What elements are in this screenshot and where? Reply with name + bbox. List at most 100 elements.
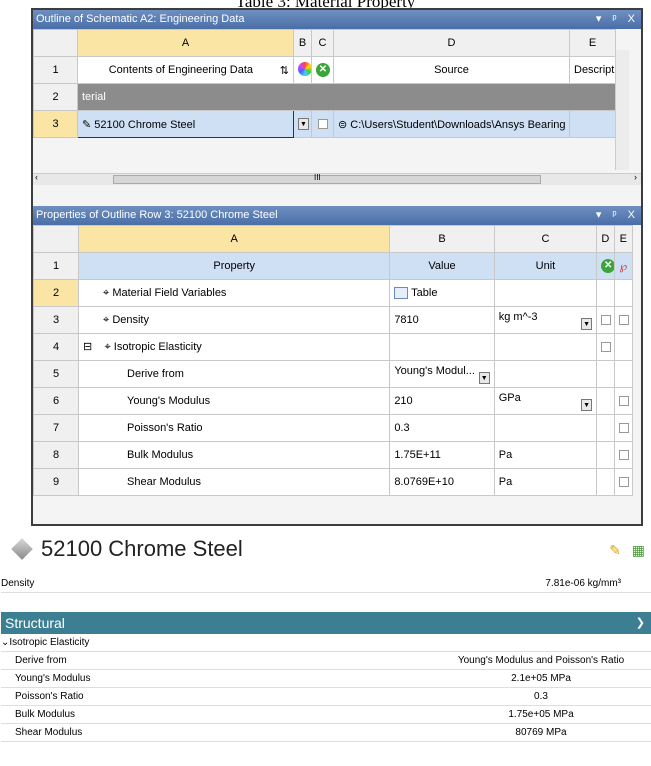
property-value[interactable]: Young's Modul... ▼ — [389, 360, 495, 388]
dropdown-arrow-icon[interactable]: ▼ — [581, 317, 593, 330]
outline-col-a[interactable]: A — [77, 29, 294, 57]
dropdown-arrow-icon[interactable]: ▼ — [581, 398, 593, 411]
properties-col-c[interactable]: C — [493, 225, 598, 253]
outline-horizontal-scrollbar[interactable]: ‹ III › — [33, 172, 641, 185]
scroll-thumb[interactable]: III — [113, 173, 541, 184]
chevron-down-icon[interactable]: ❯ — [636, 612, 645, 634]
engineering-data-panel: Outline of Schematic A2: Engineering Dat… — [31, 8, 643, 526]
collapse-icon[interactable]: ⊟ — [83, 341, 92, 353]
checkbox[interactable] — [601, 315, 612, 326]
subsection-row[interactable]: ⌄Isotropic Elasticity — [1, 634, 651, 652]
property-unit[interactable]: GPa ▼ — [493, 387, 598, 415]
outline-title: Outline of Schematic A2: Engineering Dat… — [36, 13, 245, 25]
table-row[interactable]: 9 Shear Modulus 8.0769E+10 Pa — [32, 468, 634, 496]
checkbox-cell[interactable] — [311, 110, 334, 138]
material-group-row[interactable]: terial — [77, 83, 616, 111]
property-name[interactable]: ⌖ Material Field Variables — [78, 279, 391, 307]
cell[interactable] — [613, 468, 634, 496]
cell[interactable] — [613, 414, 634, 442]
unit-header: Unit — [493, 252, 598, 280]
material-cube-icon — [11, 538, 33, 560]
density-label: Density — [1, 578, 35, 589]
outline-corner-cell — [33, 29, 78, 57]
properties-col-a[interactable]: A — [78, 225, 391, 253]
cell[interactable] — [613, 306, 634, 334]
table-row[interactable]: 8 Bulk Modulus 1.75E+11 Pa — [32, 441, 634, 469]
outline-col-d[interactable]: D — [333, 29, 570, 57]
close-icon[interactable]: X — [628, 13, 635, 25]
edit-pencil-icon[interactable]: ✎ — [609, 542, 621, 559]
property-unit[interactable]: kg m^-3 ▼ — [493, 306, 598, 334]
pin-icon[interactable]: ᵖ — [612, 13, 616, 25]
property-unit: Pa — [493, 441, 598, 469]
outline-vertical-scrollbar[interactable] — [615, 50, 629, 170]
color-wheel-icon — [298, 61, 311, 76]
cell[interactable] — [596, 333, 615, 361]
properties-col-d[interactable]: D — [596, 225, 615, 253]
property-value[interactable]: 0.3 — [389, 414, 495, 442]
table-row[interactable]: 3 ✎ 52100 Chrome Steel ▼ ⊜ C:\Users\Stud… — [33, 110, 616, 138]
scroll-left-icon[interactable]: ‹ — [35, 172, 38, 182]
material-name-cell[interactable]: ✎ 52100 Chrome Steel — [77, 110, 294, 138]
table-grid-icon[interactable]: ▦ — [632, 542, 645, 559]
property-value[interactable]: 7810 — [389, 306, 495, 334]
dropdown-arrow-icon[interactable]: ▼ — [298, 118, 309, 131]
checkbox[interactable] — [601, 342, 612, 353]
dropdown-icon[interactable]: ▾ — [596, 13, 602, 25]
cell[interactable] — [613, 387, 634, 415]
dropdown-icon[interactable]: ▾ — [596, 209, 602, 221]
property-value[interactable]: Table — [389, 279, 495, 307]
subsection-label[interactable]: ⌄Isotropic Elasticity — [1, 634, 89, 652]
dropdown-arrow-icon[interactable]: ▼ — [478, 371, 490, 384]
outline-table: A B C D E 1 Contents of Engineering Data… — [33, 29, 616, 138]
row-number: 7 — [32, 414, 80, 442]
properties-col-b[interactable]: B — [389, 225, 495, 253]
close-icon[interactable]: X — [628, 209, 635, 221]
checkbox[interactable] — [618, 423, 629, 434]
property-value[interactable]: 210 — [389, 387, 495, 415]
density-value: 7.81e-06 kg/mm³ — [545, 578, 621, 589]
cell[interactable] — [613, 441, 634, 469]
table-row[interactable]: 3 ⌖ Density 7810 kg m^-3 ▼ — [32, 306, 634, 334]
row-number: 1 — [33, 56, 78, 84]
sort-icon[interactable]: ⇅ — [280, 64, 289, 77]
table-row: 1 Contents of Engineering Data ⇅ ✕ Sourc… — [33, 56, 616, 84]
table-row[interactable]: 6 Young's Modulus 210 GPa ▼ — [32, 387, 634, 415]
table-row: 2 terial — [33, 83, 616, 111]
table-row[interactable]: 4 ⊟ ⌖ Isotropic Elasticity — [32, 333, 634, 361]
table-row[interactable]: 7 Poisson's Ratio 0.3 — [32, 414, 634, 442]
checkbox[interactable] — [618, 315, 629, 326]
property-name[interactable]: ⊟ ⌖ Isotropic Elasticity — [78, 333, 391, 361]
property-value: 8.0769E+10 — [389, 468, 495, 496]
properties-col-e[interactable]: E — [613, 225, 634, 253]
checkbox[interactable] — [618, 396, 629, 407]
scroll-right-icon[interactable]: › — [634, 172, 637, 182]
card-title: 52100 Chrome Steel — [11, 536, 243, 562]
section-structural[interactable]: Structural ❯ — [1, 612, 651, 634]
list-item: Derive from Young's Modulus and Poisson'… — [1, 652, 651, 670]
table-row[interactable]: 2 ⌖ Material Field Variables Table — [32, 279, 634, 307]
properties-title-bar: Properties of Outline Row 3: 52100 Chrom… — [33, 206, 641, 225]
cell — [596, 387, 615, 415]
properties-table: A B C D E 1 Property Value Unit ✕ ℘ 2 ⌖ … — [32, 225, 634, 496]
density-row: Density 7.81e-06 kg/mm³ — [1, 575, 651, 593]
cell[interactable] — [596, 306, 615, 334]
property-unit — [493, 279, 598, 307]
dropdown-cell[interactable]: ▼ — [293, 110, 312, 138]
row-number: 1 — [32, 252, 80, 280]
checkbox[interactable] — [618, 477, 629, 488]
description-cell[interactable] — [569, 110, 616, 138]
checkbox[interactable] — [317, 119, 328, 130]
outline-col-b[interactable]: B — [293, 29, 312, 57]
table-row[interactable]: 5 Derive from Young's Modul... ▼ — [32, 360, 634, 388]
outline-col-e[interactable]: E — [569, 29, 616, 57]
property-name[interactable]: ⌖ Density — [78, 306, 391, 334]
outline-col-c[interactable]: C — [311, 29, 334, 57]
material-card: 52100 Chrome Steel ✎ ▦ Density 7.81e-06 … — [1, 530, 651, 766]
suppress-icon: ✕ — [316, 63, 330, 77]
pin-icon[interactable]: ᵖ — [612, 209, 616, 221]
source-path-cell: ⊜ C:\Users\Student\Downloads\Ansys Beari… — [333, 110, 570, 138]
checkbox[interactable] — [618, 450, 629, 461]
properties-title: Properties of Outline Row 3: 52100 Chrom… — [36, 209, 278, 221]
cell: ✕ — [596, 252, 615, 280]
